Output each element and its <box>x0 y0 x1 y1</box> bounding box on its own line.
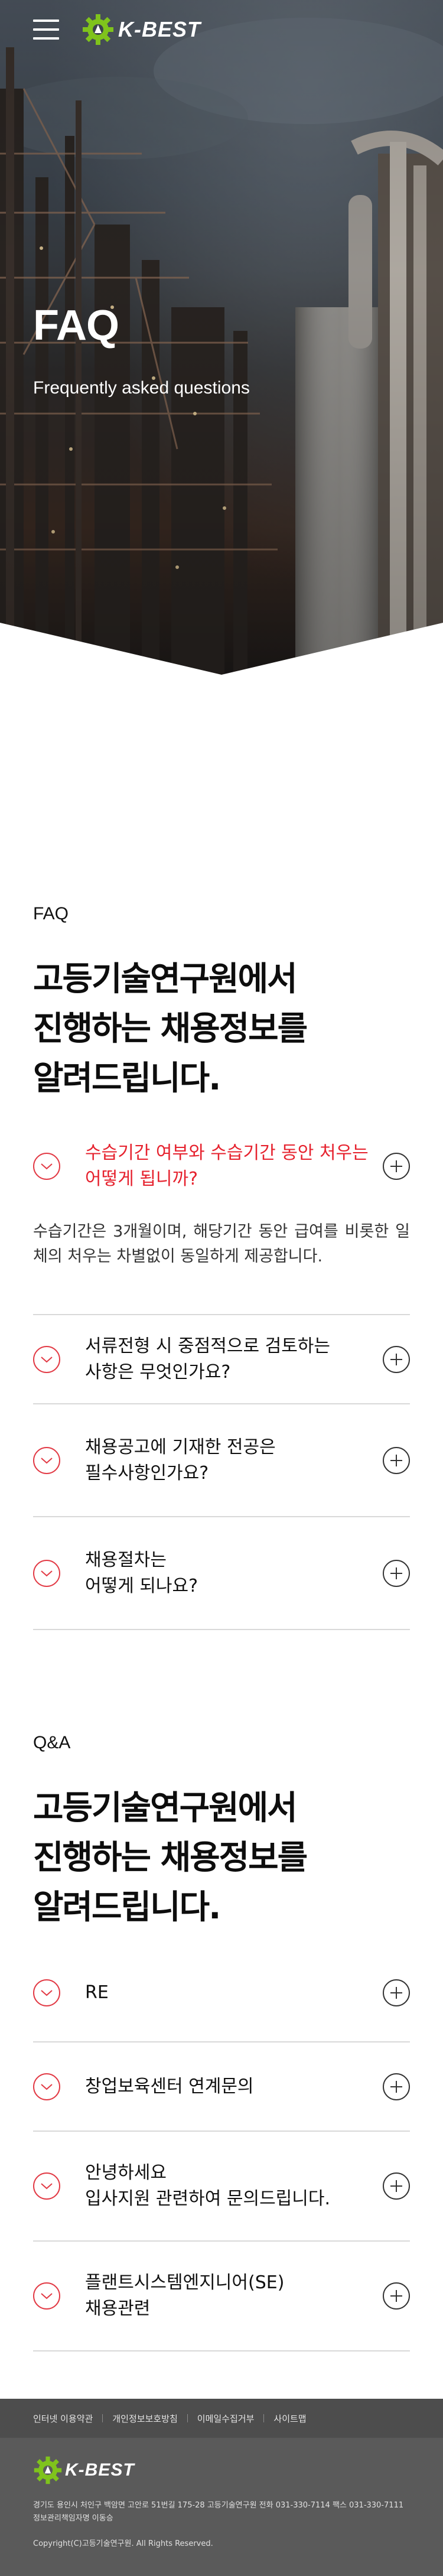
headline-line: 진행하는 채용정보를 <box>33 1839 308 1877</box>
footer-links: 인터넷 이용약관 개인정보보호방침 이메일수집거부 사이트맵 <box>0 2399 443 2438</box>
faq-question: 서류전형 시 중점적으로 검토하는 사항은 무엇인가요? <box>85 1335 331 1383</box>
section-eyebrow: FAQ <box>33 904 69 923</box>
chevron-down-icon <box>33 1979 60 2006</box>
faq-item: 채용절차는 어떻게 되나요? <box>33 1517 410 1630</box>
footer-logo-text: K-BEST <box>65 2460 135 2480</box>
page-subtitle: Frequently asked questions <box>33 378 250 398</box>
qa-question: 창업보육센터 연계문의 <box>85 2076 254 2097</box>
faq-answer: 수습기간은 3개월이며, 해당기간 동안 급여를 비롯한 일체의 처우는 차별없… <box>33 1222 410 1266</box>
footer-link-terms[interactable]: 인터넷 이용약관 <box>33 2412 93 2425</box>
footer-link-sitemap[interactable]: 사이트맵 <box>273 2412 306 2425</box>
qa-list: RE 창업보육센터 연계문의 안녕하세요 입사지원 관련하여 문의드립니다. 플… <box>33 1944 410 2351</box>
qa-item: RE <box>33 1944 410 2042</box>
chevron-down-icon <box>33 2073 60 2100</box>
qa-question-row[interactable]: 플랜트시스템엔지니어(SE) 채용관련 <box>33 2242 410 2350</box>
faq-item: 서류전형 시 중점적으로 검토하는 사항은 무엇인가요? <box>33 1315 410 1404</box>
brand-logo[interactable]: K-BEST <box>82 13 201 46</box>
expand-plus-icon[interactable] <box>383 1446 410 1474</box>
qa-question: 플랜트시스템엔지니어(SE) 채용관련 <box>85 2272 285 2319</box>
section-eyebrow: Q&A <box>33 1733 71 1752</box>
expand-plus-icon[interactable] <box>383 1345 410 1373</box>
hero-banner: K-BEST FAQ Frequently asked questions <box>0 0 443 676</box>
gear-logo-icon <box>83 14 113 45</box>
headline-line: 알려드립니다. <box>33 1059 221 1098</box>
headline-line: 진행하는 채용정보를 <box>33 1010 308 1048</box>
chevron-down-icon <box>33 1345 60 1373</box>
expand-plus-icon[interactable] <box>383 2073 410 2100</box>
faq-question: 수습기간 여부와 수습기간 동안 처우는 어떻게 됩니까? <box>85 1143 369 1189</box>
faq-question-row[interactable]: 채용절차는 어떻게 되나요? <box>33 1517 410 1629</box>
expand-plus-icon[interactable] <box>383 2282 410 2310</box>
faq-list: 수습기간 여부와 수습기간 동안 처우는 어떻게 됩니까? 수습기간은 3개월이… <box>33 1132 410 1630</box>
footer-divider <box>263 2414 265 2422</box>
faq-item: 수습기간 여부와 수습기간 동안 처우는 어떻게 됩니까? 수습기간은 3개월이… <box>33 1132 410 1315</box>
faq-item: 채용공고에 기재한 전공은 필수사항인가요? <box>33 1404 410 1517</box>
qa-item: 안녕하세요 입사지원 관련하여 문의드립니다. <box>33 2132 410 2242</box>
faq-question-row[interactable]: 채용공고에 기재한 전공은 필수사항인가요? <box>33 1404 410 1516</box>
qa-question: 안녕하세요 입사지원 관련하여 문의드립니다. <box>85 2162 331 2209</box>
chevron-down-icon <box>33 1559 60 1587</box>
qa-question: RE <box>85 1982 109 2003</box>
page-title: FAQ <box>33 302 119 349</box>
expand-plus-icon[interactable] <box>383 2172 410 2200</box>
gear-logo-icon <box>34 2456 62 2484</box>
footer-divider <box>187 2414 188 2422</box>
footer-logo[interactable]: K-BEST <box>0 2438 443 2485</box>
chevron-down-icon <box>33 2282 60 2310</box>
faq-section: FAQ 고등기술연구원에서 진행하는 채용정보를 알려드립니다. 수습기간 여부… <box>0 676 443 1630</box>
faq-question-row[interactable]: 수습기간 여부와 수습기간 동안 처우는 어떻게 됩니까? <box>33 1132 410 1192</box>
headline-line: 고등기술연구원에서 <box>33 1789 298 1827</box>
headline-line: 고등기술연구원에서 <box>33 960 298 998</box>
site-footer: 인터넷 이용약관 개인정보보호방침 이메일수집거부 사이트맵 K-BEST 경기… <box>0 2399 443 2576</box>
hamburger-menu-icon[interactable] <box>33 19 59 40</box>
chevron-down-icon <box>33 2172 60 2200</box>
qa-question-row[interactable]: 안녕하세요 입사지원 관련하여 문의드립니다. <box>33 2132 410 2240</box>
chevron-down-icon <box>33 1446 60 1474</box>
top-navigation-bar: K-BEST <box>0 0 443 59</box>
qa-question-row[interactable]: RE <box>33 1944 410 2041</box>
expand-plus-icon[interactable] <box>383 1153 410 1180</box>
qa-item: 플랜트시스템엔지니어(SE) 채용관련 <box>33 2242 410 2351</box>
qa-section: Q&A 고등기술연구원에서 진행하는 채용정보를 알려드립니다. RE 창업보육… <box>0 1630 443 2351</box>
expand-plus-icon[interactable] <box>383 1559 410 1587</box>
footer-link-email-refusal[interactable]: 이메일수집거부 <box>197 2412 255 2425</box>
qa-item: 창업보육센터 연계문의 <box>33 2042 410 2132</box>
brand-logo-text: K-BEST <box>118 17 201 41</box>
chevron-down-icon <box>33 1153 60 1180</box>
footer-address: 경기도 용인시 처인구 백암면 고안로 51번길 175-28 고등기술연구원 … <box>33 2501 404 2523</box>
expand-plus-icon[interactable] <box>383 1979 410 2006</box>
faq-question: 채용절차는 어떻게 되나요? <box>85 1549 198 1596</box>
qa-question-row[interactable]: 창업보육센터 연계문의 <box>33 2042 410 2131</box>
footer-copyright: Copyright(C)고등기술연구원. All Rights Reserved… <box>33 2539 213 2548</box>
faq-question: 채용공고에 기재한 전공은 필수사항인가요? <box>85 1436 276 1484</box>
faq-question-row[interactable]: 서류전형 시 중점적으로 검토하는 사항은 무엇인가요? <box>33 1315 410 1403</box>
section-headline: 고등기술연구원에서 진행하는 채용정보를 알려드립니다. <box>33 1784 410 1933</box>
headline-line: 알려드립니다. <box>33 1888 221 1927</box>
section-headline: 고등기술연구원에서 진행하는 채용정보를 알려드립니다. <box>33 955 410 1104</box>
footer-divider <box>102 2414 103 2422</box>
hero-bottom-notch <box>0 623 443 676</box>
footer-link-privacy[interactable]: 개인정보보호방침 <box>112 2412 177 2425</box>
